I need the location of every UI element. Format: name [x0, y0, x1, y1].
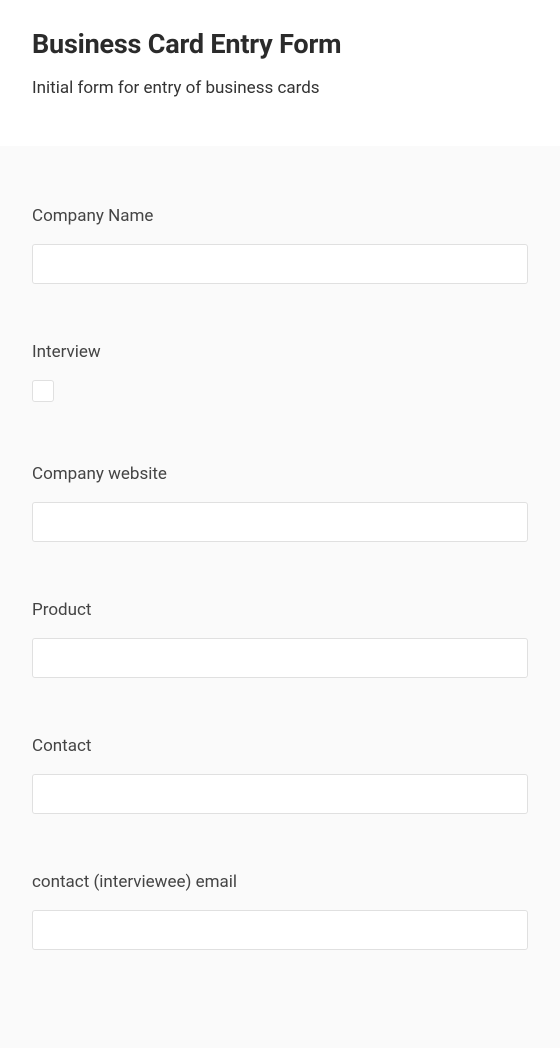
product-field: Product: [32, 600, 528, 678]
contact-label: Contact: [32, 736, 528, 756]
product-label: Product: [32, 600, 528, 620]
contact-input[interactable]: [32, 774, 528, 814]
contact-email-field: contact (interviewee) email: [32, 872, 528, 950]
company-website-label: Company website: [32, 464, 528, 484]
company-name-label: Company Name: [32, 206, 528, 226]
company-website-field: Company website: [32, 464, 528, 542]
page-title: Business Card Entry Form: [32, 28, 528, 60]
company-name-input[interactable]: [32, 244, 528, 284]
contact-field: Contact: [32, 736, 528, 814]
contact-email-label: contact (interviewee) email: [32, 872, 528, 892]
page-subtitle: Initial form for entry of business cards: [32, 78, 528, 98]
company-name-field: Company Name: [32, 206, 528, 284]
form-body: Company Name Interview Company website P…: [0, 146, 560, 1048]
product-input[interactable]: [32, 638, 528, 678]
form-header: Business Card Entry Form Initial form fo…: [0, 0, 560, 146]
interview-label: Interview: [32, 342, 528, 362]
company-website-input[interactable]: [32, 502, 528, 542]
interview-field: Interview: [32, 342, 528, 406]
contact-email-input[interactable]: [32, 910, 528, 950]
interview-checkbox[interactable]: [32, 380, 54, 402]
